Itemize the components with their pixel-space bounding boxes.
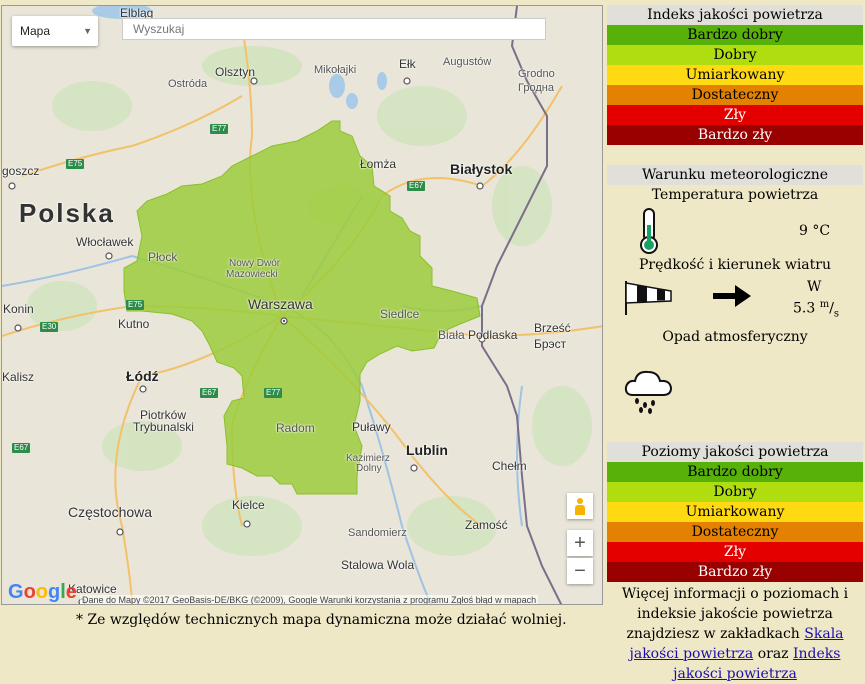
level-row: Umiarkowany <box>607 502 863 522</box>
level-row: Bardzo zły <box>607 562 863 582</box>
index-title: Indeks jakości powietrza <box>607 5 863 25</box>
thermometer-icon <box>640 208 658 254</box>
city-label: Trybunalski <box>133 420 194 434</box>
city-label: Biała <box>438 328 465 342</box>
city-label: Puławy <box>352 420 391 434</box>
city-label: Białystok <box>450 161 513 177</box>
city-label: Kielce <box>232 498 265 512</box>
level-row: Zły <box>607 542 863 562</box>
city-label: Włocławek <box>76 235 134 249</box>
road-shield: E77 <box>210 124 229 134</box>
city-label: Stalowa Wola <box>341 558 415 572</box>
city-label: Kalisz <box>2 370 35 384</box>
meteo-title: Warunku meteorologiczne <box>607 165 863 185</box>
wind-direction: W <box>807 279 822 295</box>
city-label: Augustów <box>443 56 492 68</box>
level-row: Dobry <box>607 482 863 502</box>
city-label: Olsztyn <box>215 65 256 79</box>
level-row: Umiarkowany <box>607 65 863 85</box>
city-label: Płock <box>148 250 178 264</box>
levels-title: Poziomy jakości powietrza <box>607 442 863 462</box>
map-type-label: Mapa <box>20 24 51 38</box>
windsock-icon <box>625 281 672 315</box>
city-label: Radom <box>276 421 315 435</box>
city-label: Dolny <box>356 463 382 474</box>
precipitation-label: Opad atmosferyczny <box>662 329 808 345</box>
map-attribution[interactable]: Dane do Mapy ©2017 GeoBasis-DE/BKG (©200… <box>80 595 539 604</box>
zoom-in-button[interactable]: + <box>567 530 593 556</box>
google-logo: Google <box>8 581 77 603</box>
meteo-panel: Warunku meteorologiczne Temperatura powi… <box>607 165 863 440</box>
city-label: goszcz <box>2 164 40 178</box>
zoom-out-button[interactable]: − <box>567 558 593 584</box>
city-label: Гродна <box>518 82 554 94</box>
level-row: Bardzo zły <box>607 125 863 145</box>
city-label: Siedlce <box>380 307 420 321</box>
level-row: Bardzo dobry <box>607 25 863 45</box>
city-label: Mikołajki <box>314 64 357 76</box>
city-label: Łódź <box>126 368 159 384</box>
levels-legend: Poziomy jakości powietrza Bardzo dobry Do… <box>607 442 863 582</box>
road-shield: E67 <box>12 443 31 453</box>
city-label: Zamość <box>465 518 508 532</box>
temperature-value: 9 °C <box>799 223 831 239</box>
level-row: Zły <box>607 105 863 125</box>
road-shield: E30 <box>40 322 59 332</box>
city-label: Częstochowa <box>68 504 153 520</box>
city-label: Ostróda <box>168 78 208 90</box>
city-label: Kutno <box>118 317 150 331</box>
road-shield: E75 <box>66 159 85 169</box>
level-row: Dostateczny <box>607 85 863 105</box>
info-text: Więcej informacji o poziomach i indeksie… <box>621 586 849 682</box>
index-legend: Indeks jakości powietrza Bardzo dobry Dob… <box>607 5 863 145</box>
city-label: Lublin <box>406 442 448 458</box>
road-shield: E67 <box>200 388 219 398</box>
wind-label: Prędkość i kierunek wiatru <box>638 257 831 273</box>
road-shield: E77 <box>264 388 283 398</box>
map-type-select[interactable]: Mapa ▼ <box>12 16 98 46</box>
city-label: Warszawa <box>248 296 313 312</box>
arrow-right-icon <box>713 285 751 307</box>
city-label: Mazowiecki <box>226 269 278 280</box>
street-view-pegman-icon[interactable] <box>567 493 593 519</box>
city-label: Grodno <box>518 68 555 80</box>
city-label: Konin <box>3 302 34 316</box>
city-label: Łomża <box>360 157 397 171</box>
level-row: Dostateczny <box>607 522 863 542</box>
city-label: Sandomierz <box>348 527 407 539</box>
city-label: Chełm <box>492 459 527 473</box>
temperature-label: Temperatura powietrza <box>651 187 819 203</box>
rain-cloud-icon <box>624 370 673 414</box>
map-view[interactable]: Elbląg Olsztyn Mikołajki Ełk Augustów Gr… <box>1 5 603 605</box>
road-shield: E75 <box>126 300 145 310</box>
road-shield: E67 <box>407 181 426 191</box>
search-input[interactable]: Wyszukaj <box>122 18 546 40</box>
level-row: Dobry <box>607 45 863 65</box>
city-label: Brześć <box>534 321 571 335</box>
city-label: Брэст <box>534 337 567 351</box>
city-label: Ełk <box>399 57 416 71</box>
city-label: Nowy Dwór <box>229 258 281 269</box>
wind-speed: 5.3 m/s <box>793 299 840 320</box>
country-label: Polska <box>19 198 115 228</box>
level-row: Bardzo dobry <box>607 462 863 482</box>
city-label: Podlaska <box>468 328 518 342</box>
chevron-down-icon: ▼ <box>83 26 92 36</box>
footnote: * Ze względów technicznych mapa dynamicz… <box>76 612 567 628</box>
